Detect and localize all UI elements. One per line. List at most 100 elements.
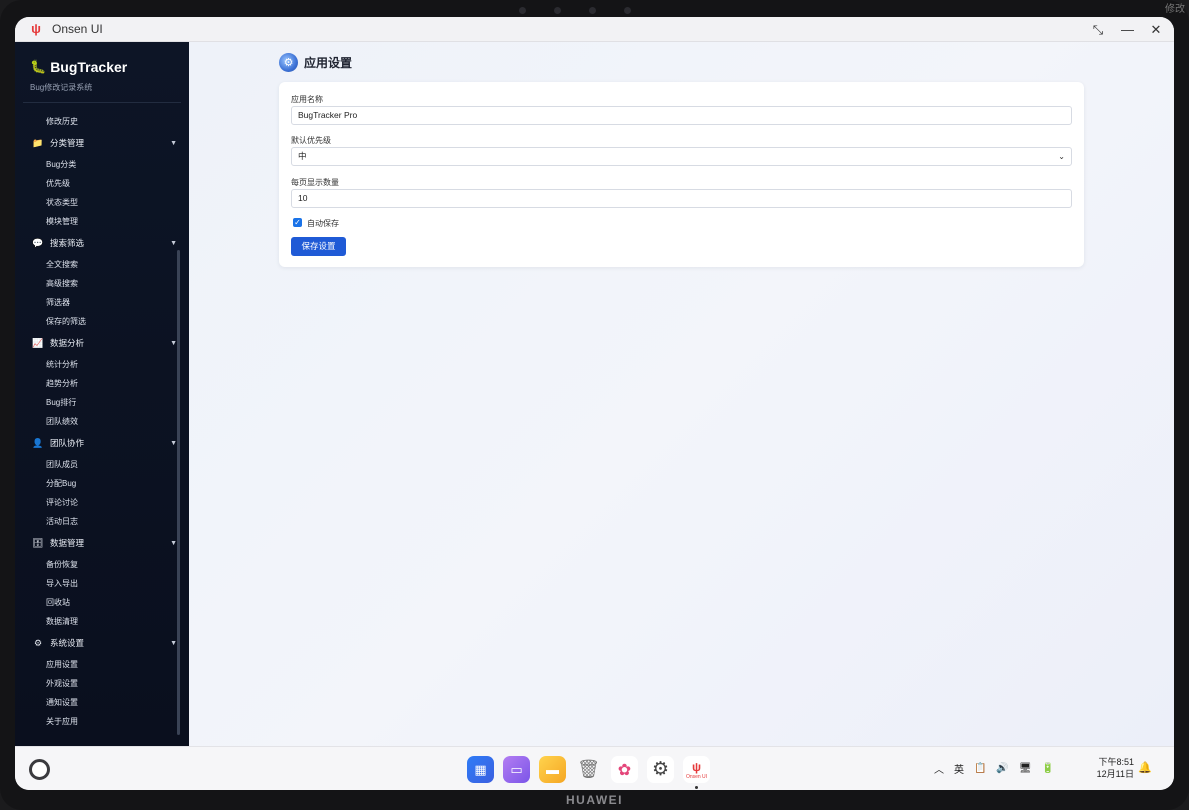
sidebar-item[interactable]: 关于应用 <box>15 712 177 731</box>
sidebar-section[interactable]: 📈 数据分析 ▼ <box>15 331 177 355</box>
page-size-input[interactable]: 10 <box>291 189 1072 208</box>
minimize-icon[interactable]: — <box>1121 22 1134 37</box>
sidebar-brand[interactable]: 🐛 BugTracker <box>30 59 127 75</box>
sidebar: 🐛 BugTracker Bug修改记录系统 修改历史 📁 分类管理 ▼ Bug分类 优先… <box>15 42 189 746</box>
sidebar-item[interactable]: 保存的筛选 <box>15 312 177 331</box>
sensor-dot <box>589 6 596 14</box>
sidebar-item[interactable]: 导入导出 <box>15 574 177 593</box>
onsen-dock-label: Onsen UI <box>685 773 708 780</box>
start-button[interactable] <box>29 759 50 780</box>
volume-icon[interactable]: 🔊 <box>996 763 1008 774</box>
page-size-label: 每页显示数量 <box>291 178 339 187</box>
sensor-dot <box>554 6 561 14</box>
sidebar-item[interactable]: 活动日志 <box>15 512 177 531</box>
app-name-input[interactable]: BugTracker Pro <box>291 106 1072 125</box>
settings-card: 应用名称 BugTracker Pro 默认优先级 中 ⌄ 每页显示数量 10 … <box>279 82 1084 267</box>
caret-down-icon: ▼ <box>170 539 177 547</box>
section-icon: 👤 <box>32 437 44 448</box>
app-grid-icon[interactable]: ▦ <box>467 756 494 783</box>
section-icon: 📈 <box>32 337 44 348</box>
section-icon: 📁 <box>32 137 44 148</box>
sidebar-scrollbar[interactable] <box>177 250 180 735</box>
sidebar-section[interactable]: 💬 搜索筛选 ▼ <box>15 231 177 255</box>
section-label: 数据分析 <box>50 338 85 348</box>
page-size-value: 10 <box>298 193 308 203</box>
sidebar-item[interactable]: 备份恢复 <box>15 555 177 574</box>
caret-down-icon: ▼ <box>170 139 177 147</box>
photos-icon[interactable]: ✿ <box>611 756 638 783</box>
screen: ψ Onsen UI ⤡ — ✕ 🐛 BugTracker Bug修改记录系统 … <box>15 17 1174 790</box>
sidebar-item[interactable]: 优先级 <box>15 174 177 193</box>
sidebar-item[interactable]: 修改历史 <box>15 112 177 131</box>
autosave-checkbox[interactable]: ✓ <box>293 218 302 227</box>
battery-icon[interactable]: 🔋 <box>1042 763 1054 774</box>
sidebar-item[interactable]: 通知设置 <box>15 693 177 712</box>
sidebar-item[interactable]: 统计分析 <box>15 355 177 374</box>
sidebar-item[interactable]: 筛选器 <box>15 293 177 312</box>
sidebar-item[interactable]: 全文搜索 <box>15 255 177 274</box>
clipboard-icon[interactable]: 📋 <box>974 763 986 774</box>
section-label: 分类管理 <box>50 138 85 148</box>
running-indicator <box>695 786 698 789</box>
sidebar-item[interactable]: 团队成员 <box>15 455 177 474</box>
sidebar-item[interactable]: 趋势分析 <box>15 374 177 393</box>
files-icon[interactable]: ▬ <box>539 756 566 783</box>
settings-gear-icon: ⚙ <box>279 53 298 72</box>
caret-down-icon: ▼ <box>170 439 177 447</box>
sidebar-item[interactable]: 高级搜索 <box>15 274 177 293</box>
sidebar-item[interactable]: 状态类型 <box>15 193 177 212</box>
section-label: 系统设置 <box>50 638 85 648</box>
ime-indicator[interactable]: 英 <box>954 761 964 776</box>
window-titlebar: ψ Onsen UI ⤡ — ✕ <box>15 17 1174 42</box>
brand-subtitle: Bug修改记录系统 <box>30 83 93 92</box>
sidebar-item[interactable]: 回收站 <box>15 593 177 612</box>
settings-icon[interactable]: ⚙ <box>647 756 674 783</box>
close-icon[interactable]: ✕ <box>1150 22 1162 38</box>
app-name-value: BugTracker Pro <box>298 110 358 120</box>
chevron-up-icon[interactable]: ︿ <box>934 761 944 776</box>
window-title: Onsen UI <box>52 22 103 36</box>
sidebar-item[interactable]: Bug排行 <box>15 393 177 412</box>
sidebar-section[interactable]: 👤 团队协作 ▼ <box>15 431 177 455</box>
onsen-ui-app-icon[interactable]: ψ Onsen UI <box>683 756 710 789</box>
clock[interactable]: 下午8:51 12月11日 <box>1097 756 1134 780</box>
sidebar-item[interactable]: 应用设置 <box>15 655 177 674</box>
display-icon[interactable]: 🖥 <box>1019 763 1032 774</box>
sidebar-item[interactable]: 数据清理 <box>15 612 177 631</box>
caret-down-icon: ▼ <box>170 339 177 347</box>
sidebar-section[interactable]: 📁 分类管理 ▼ <box>15 131 177 155</box>
onsen-logo-icon: ψ <box>31 21 41 36</box>
sidebar-divider <box>23 102 181 103</box>
priority-value: 中 <box>298 151 307 161</box>
priority-label: 默认优先级 <box>291 136 331 145</box>
trash-icon[interactable]: 🗑 <box>575 756 602 783</box>
restore-icon[interactable]: ⤡ <box>1092 22 1104 38</box>
sidebar-item[interactable]: 评论讨论 <box>15 493 177 512</box>
corner-text: 修改 <box>1165 4 1185 15</box>
priority-select[interactable]: 中 ⌄ <box>291 147 1072 166</box>
camera-strip <box>480 4 670 16</box>
sidebar-item[interactable]: 团队绩效 <box>15 412 177 431</box>
chevron-down-icon: ⌄ <box>1058 152 1065 161</box>
sidebar-section[interactable]: ⚙ 系统设置 ▼ <box>15 631 177 655</box>
notification-bell-icon[interactable]: 🔔 <box>1138 761 1152 774</box>
app-name-label: 应用名称 <box>291 95 323 104</box>
sidebar-item[interactable]: 分配Bug <box>15 474 177 493</box>
section-label: 搜索筛选 <box>50 238 85 248</box>
multi-window-icon[interactable]: ▭ <box>503 756 530 783</box>
brand-name: BugTracker <box>50 59 128 75</box>
section-icon: 💬 <box>32 237 44 248</box>
device-bezel: 修改 HUAWEI ψ Onsen UI ⤡ — ✕ 🐛 BugTracker … <box>0 0 1189 810</box>
save-settings-button[interactable]: 保存设置 <box>291 237 346 256</box>
main-content: ⚙ 应用设置 应用名称 BugTracker Pro 默认优先级 中 ⌄ 每页显… <box>189 42 1174 746</box>
sensor-dot <box>624 6 631 14</box>
sidebar-section[interactable]: 🗄 数据管理 ▼ <box>15 531 177 555</box>
section-icon: ⚙ <box>33 637 43 648</box>
sensor-dot <box>519 6 526 14</box>
window-controls: ⤡ — ✕ <box>1092 17 1162 42</box>
dock: ▦ ▭ ▬ 🗑 ✿ ⚙ ψ Onsen UI <box>467 756 710 789</box>
sidebar-item[interactable]: 外观设置 <box>15 674 177 693</box>
sidebar-item[interactable]: Bug分类 <box>15 155 177 174</box>
sidebar-item[interactable]: 模块管理 <box>15 212 177 231</box>
autosave-label: 自动保存 <box>307 219 339 228</box>
